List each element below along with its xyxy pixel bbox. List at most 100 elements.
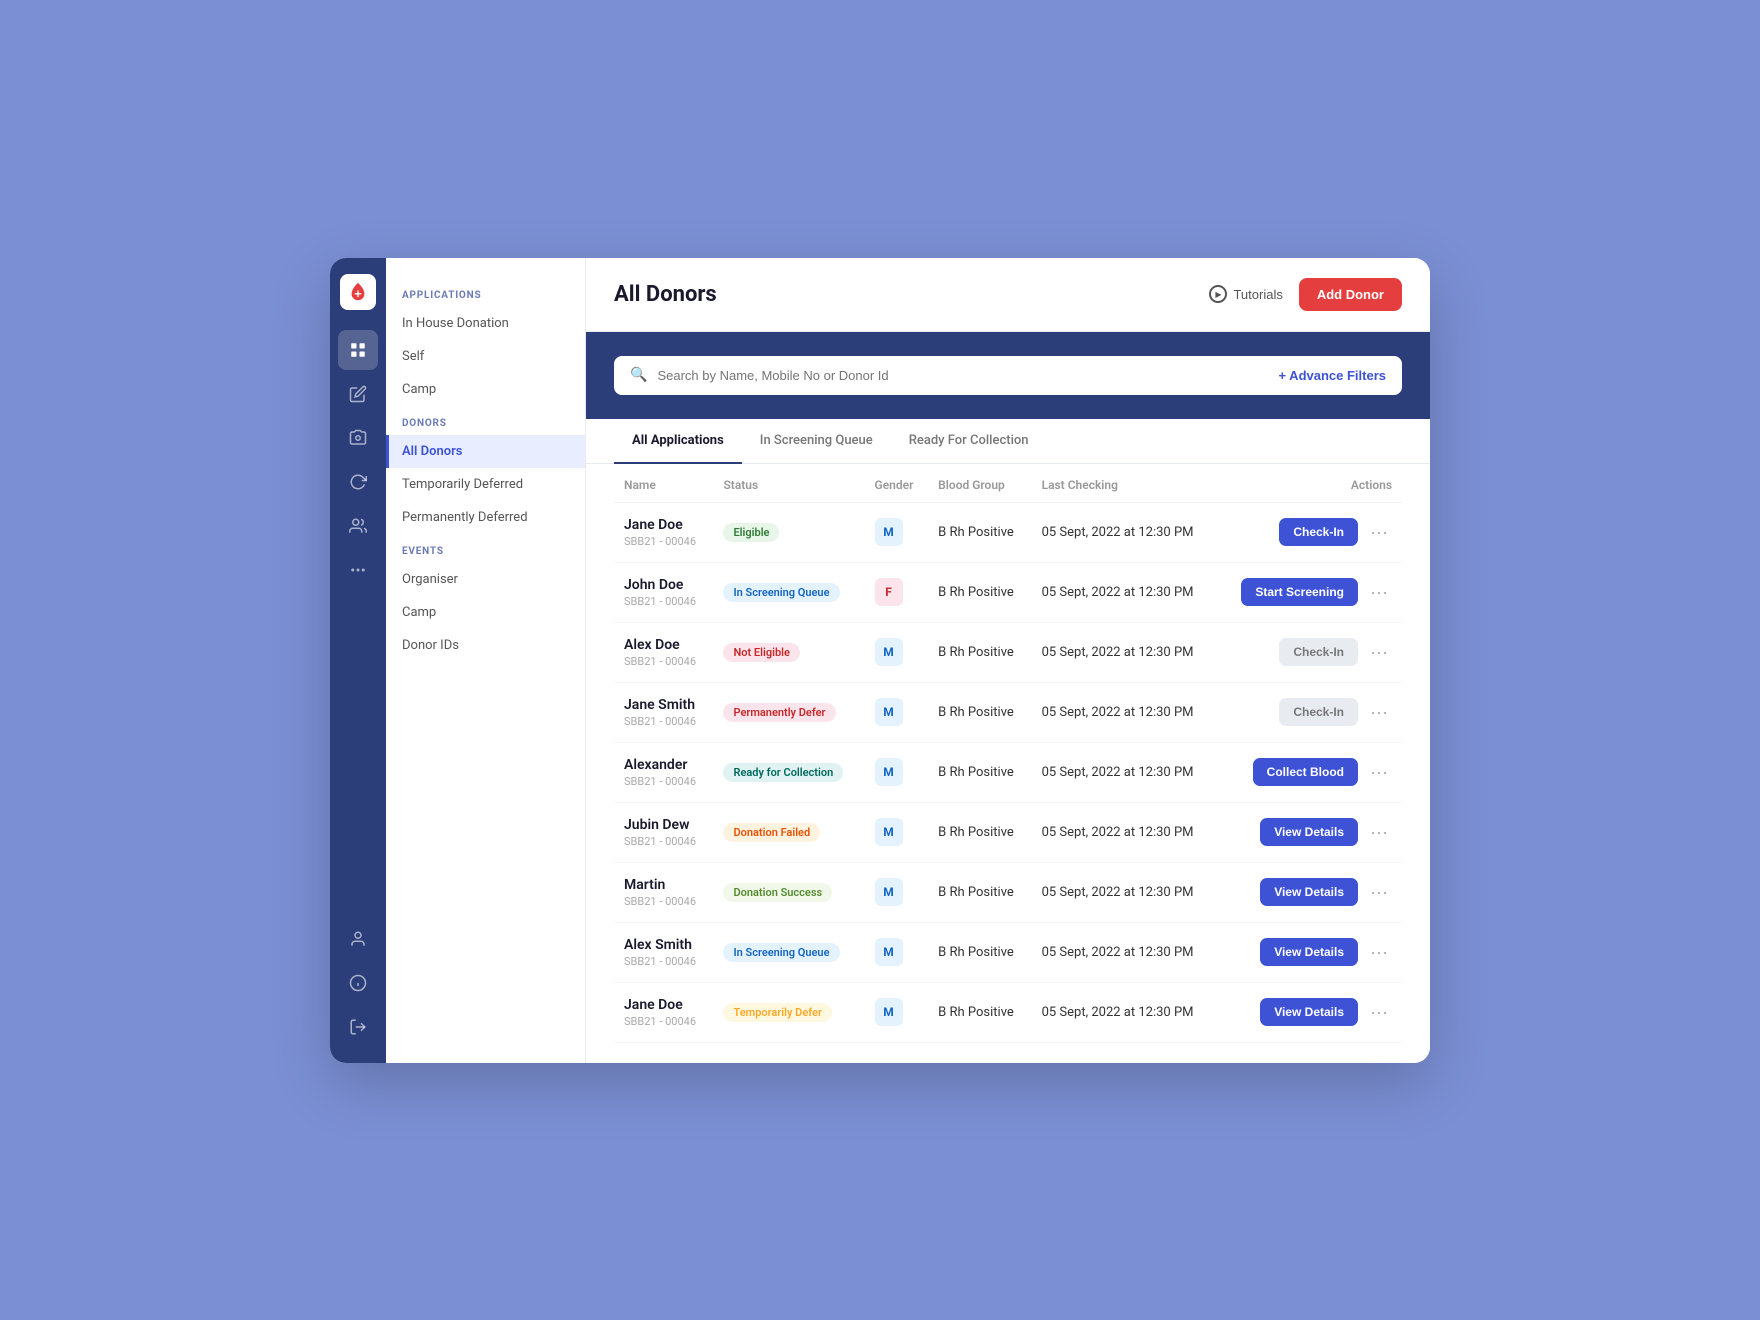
action-button[interactable]: Check-In — [1279, 638, 1358, 666]
donor-last-checking-cell: 05 Sept, 2022 at 12:30 PM — [1032, 802, 1218, 862]
donor-name: Jane Doe — [624, 997, 703, 1013]
action-button[interactable]: View Details — [1260, 878, 1358, 906]
more-options-button[interactable]: ··· — [1366, 1001, 1392, 1023]
nav-info-icon[interactable] — [338, 963, 378, 1003]
table-row: Jane Doe SBB21 - 00046 Temporarily Defer… — [614, 982, 1402, 1042]
table-row: Jane Doe SBB21 - 00046 Eligible M B Rh P… — [614, 502, 1402, 562]
donor-status-cell: In Screening Queue — [713, 562, 864, 622]
gender-badge: M — [875, 758, 903, 786]
more-options-button[interactable]: ··· — [1366, 521, 1392, 543]
tab-all-applications[interactable]: All Applications — [614, 419, 742, 464]
tab-ready-for-collection[interactable]: Ready For Collection — [891, 419, 1047, 464]
donor-gender-cell: M — [865, 682, 929, 742]
donor-name-cell: Alex Smith SBB21 - 00046 — [614, 922, 713, 982]
donor-blood-group-cell: B Rh Positive — [928, 742, 1031, 802]
action-button[interactable]: View Details — [1260, 818, 1358, 846]
donor-actions-cell: View Details ··· — [1217, 982, 1402, 1042]
gender-badge: M — [875, 518, 903, 546]
donor-last-checking-cell: 05 Sept, 2022 at 12:30 PM — [1032, 922, 1218, 982]
nav-camp-app[interactable]: Camp — [386, 373, 585, 406]
nav-organiser[interactable]: Organiser — [386, 563, 585, 596]
action-button[interactable]: Collect Blood — [1253, 758, 1358, 786]
donor-name-cell: Jane Doe SBB21 - 00046 — [614, 982, 713, 1042]
nav-donor-ids[interactable]: Donor IDs — [386, 629, 585, 662]
add-donor-button[interactable]: Add Donor — [1299, 278, 1402, 311]
events-section-label: EVENTS — [386, 534, 585, 563]
status-badge: Donation Failed — [723, 823, 820, 842]
col-name: Name — [614, 464, 713, 503]
tab-in-screening-queue[interactable]: In Screening Queue — [742, 419, 891, 464]
donor-last-checking-cell: 05 Sept, 2022 at 12:30 PM — [1032, 682, 1218, 742]
action-button[interactable]: Check-In — [1279, 698, 1358, 726]
nav-users-icon[interactable] — [338, 506, 378, 546]
nav-temporarily-deferred[interactable]: Temporarily Deferred — [386, 468, 585, 501]
donor-name-cell: Alexander SBB21 - 00046 — [614, 742, 713, 802]
donor-gender-cell: M — [865, 802, 929, 862]
donor-actions-cell: Collect Blood ··· — [1217, 742, 1402, 802]
status-badge: In Screening Queue — [723, 943, 839, 962]
more-options-button[interactable]: ··· — [1366, 641, 1392, 663]
donor-id: SBB21 - 00046 — [624, 595, 703, 608]
donor-blood-group-cell: B Rh Positive — [928, 622, 1031, 682]
status-badge: Permanently Defer — [723, 703, 835, 722]
nav-refresh-icon[interactable] — [338, 462, 378, 502]
status-badge: Not Eligible — [723, 643, 799, 662]
status-badge: In Screening Queue — [723, 583, 839, 602]
more-options-button[interactable]: ··· — [1366, 821, 1392, 843]
left-nav: APPLICATIONS In House Donation Self Camp… — [386, 258, 586, 1063]
icon-sidebar — [330, 258, 386, 1063]
donor-blood-group-cell: B Rh Positive — [928, 562, 1031, 622]
nav-edit-icon[interactable] — [338, 374, 378, 414]
nav-camp-event[interactable]: Camp — [386, 596, 585, 629]
donor-status-cell: In Screening Queue — [713, 922, 864, 982]
nav-permanently-deferred[interactable]: Permanently Deferred — [386, 501, 585, 534]
tutorials-button[interactable]: ▶ Tutorials — [1209, 285, 1282, 303]
table-row: Jane Smith SBB21 - 00046 Permanently Def… — [614, 682, 1402, 742]
nav-profile-icon[interactable] — [338, 919, 378, 959]
donor-gender-cell: M — [865, 862, 929, 922]
nav-more-icon[interactable] — [338, 550, 378, 590]
status-badge: Ready for Collection — [723, 763, 843, 782]
nav-self[interactable]: Self — [386, 340, 585, 373]
donor-gender-cell: M — [865, 622, 929, 682]
table-row: Alexander SBB21 - 00046 Ready for Collec… — [614, 742, 1402, 802]
gender-badge: M — [875, 638, 903, 666]
nav-dashboard-icon[interactable] — [338, 330, 378, 370]
donor-name-cell: Martin SBB21 - 00046 — [614, 862, 713, 922]
table-container: Name Status Gender Blood Group Last Chec… — [586, 464, 1430, 1063]
search-input[interactable] — [657, 356, 1268, 395]
donor-gender-cell: F — [865, 562, 929, 622]
donor-name-cell: Jane Smith SBB21 - 00046 — [614, 682, 713, 742]
donor-status-cell: Permanently Defer — [713, 682, 864, 742]
donor-status-cell: Not Eligible — [713, 622, 864, 682]
table-row: Alex Doe SBB21 - 00046 Not Eligible M B … — [614, 622, 1402, 682]
donor-name-cell: Alex Doe SBB21 - 00046 — [614, 622, 713, 682]
more-options-button[interactable]: ··· — [1366, 701, 1392, 723]
advance-filters-button[interactable]: + Advance Filters — [1278, 368, 1386, 383]
donors-table: Name Status Gender Blood Group Last Chec… — [614, 464, 1402, 1043]
more-options-button[interactable]: ··· — [1366, 581, 1392, 603]
main-content: All Donors ▶ Tutorials Add Donor 🔍 + Adv… — [586, 258, 1430, 1063]
donor-last-checking-cell: 05 Sept, 2022 at 12:30 PM — [1032, 862, 1218, 922]
action-button[interactable]: Check-In — [1279, 518, 1358, 546]
donor-actions-cell: Check-In ··· — [1217, 622, 1402, 682]
donor-name-cell: Jane Doe SBB21 - 00046 — [614, 502, 713, 562]
col-blood-group: Blood Group — [928, 464, 1031, 503]
nav-all-donors[interactable]: All Donors — [386, 435, 585, 468]
nav-logout-icon[interactable] — [338, 1007, 378, 1047]
donor-gender-cell: M — [865, 502, 929, 562]
more-options-button[interactable]: ··· — [1366, 761, 1392, 783]
donor-id: SBB21 - 00046 — [624, 655, 703, 668]
donor-blood-group-cell: B Rh Positive — [928, 502, 1031, 562]
donor-name-cell: Jubin Dew SBB21 - 00046 — [614, 802, 713, 862]
table-row: John Doe SBB21 - 00046 In Screening Queu… — [614, 562, 1402, 622]
action-button[interactable]: View Details — [1260, 938, 1358, 966]
more-options-button[interactable]: ··· — [1366, 881, 1392, 903]
more-options-button[interactable]: ··· — [1366, 941, 1392, 963]
action-button[interactable]: Start Screening — [1241, 578, 1358, 606]
donor-gender-cell: M — [865, 922, 929, 982]
nav-in-house-donation[interactable]: In House Donation — [386, 307, 585, 340]
donor-status-cell: Eligible — [713, 502, 864, 562]
action-button[interactable]: View Details — [1260, 998, 1358, 1026]
nav-camera-icon[interactable] — [338, 418, 378, 458]
